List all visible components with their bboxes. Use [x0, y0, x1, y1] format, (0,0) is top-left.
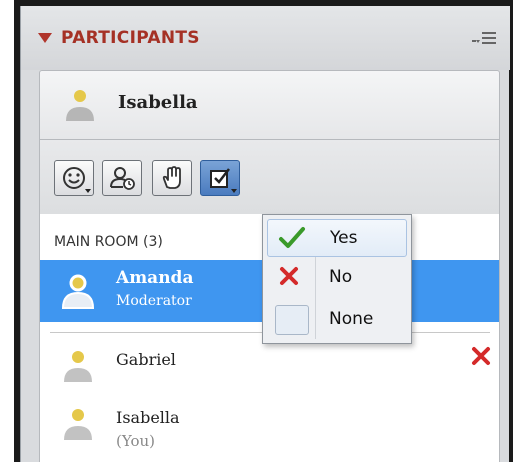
status-toolbar: [39, 140, 500, 214]
panel-menu-icon[interactable]: [472, 30, 498, 48]
away-status-button[interactable]: [102, 160, 142, 196]
participant-role: Moderator: [116, 293, 192, 309]
participant-name: Isabella: [116, 408, 180, 427]
outer-margin: [0, 0, 12, 462]
vote-no-icon: [472, 347, 490, 365]
raise-hand-icon: [162, 166, 181, 189]
vote-button[interactable]: [200, 160, 240, 196]
empty-box-icon: [275, 305, 309, 335]
checkbox-vote-icon: [210, 168, 230, 188]
dropdown-arrow-icon: [85, 189, 91, 193]
collapse-arrow-icon[interactable]: [38, 33, 52, 43]
panel-title: PARTICIPANTS: [61, 28, 200, 48]
vote-option-yes[interactable]: Yes: [267, 219, 407, 257]
user-avatar-icon: [64, 409, 92, 440]
vote-dropdown-menu: Yes No None: [262, 214, 412, 344]
participant-name: Gabriel: [116, 350, 176, 369]
emoticon-button[interactable]: [54, 160, 94, 196]
participant-you-label: (You): [116, 432, 155, 450]
participant-name: Amanda: [116, 268, 194, 288]
vote-option-none[interactable]: None: [267, 301, 407, 339]
raise-hand-button[interactable]: [152, 160, 192, 196]
away-user-icon: [110, 167, 135, 190]
participant-row[interactable]: Gabriel: [40, 338, 499, 398]
current-user-name: Isabella: [118, 92, 198, 113]
user-avatar-icon: [64, 351, 92, 382]
room-label: MAIN ROOM (3): [54, 234, 163, 250]
user-avatar-icon: [66, 90, 94, 121]
emoticon-icon: [63, 167, 85, 189]
moderator-avatar-icon: [61, 274, 95, 309]
panel-header[interactable]: PARTICIPANTS: [21, 6, 510, 70]
vote-option-label: None: [329, 309, 374, 329]
check-icon: [279, 227, 305, 248]
dropdown-arrow-icon: [231, 189, 237, 193]
vote-option-label: No: [329, 267, 353, 287]
vote-option-no[interactable]: No: [267, 259, 407, 297]
participants-panel: PARTICIPANTS Isabella MAIN ROOM (3) Aman…: [20, 6, 510, 462]
current-user-card: Isabella: [39, 70, 500, 140]
cross-icon: [280, 267, 298, 285]
vote-option-label: Yes: [330, 228, 358, 248]
participant-row[interactable]: Isabella (You): [40, 396, 499, 456]
